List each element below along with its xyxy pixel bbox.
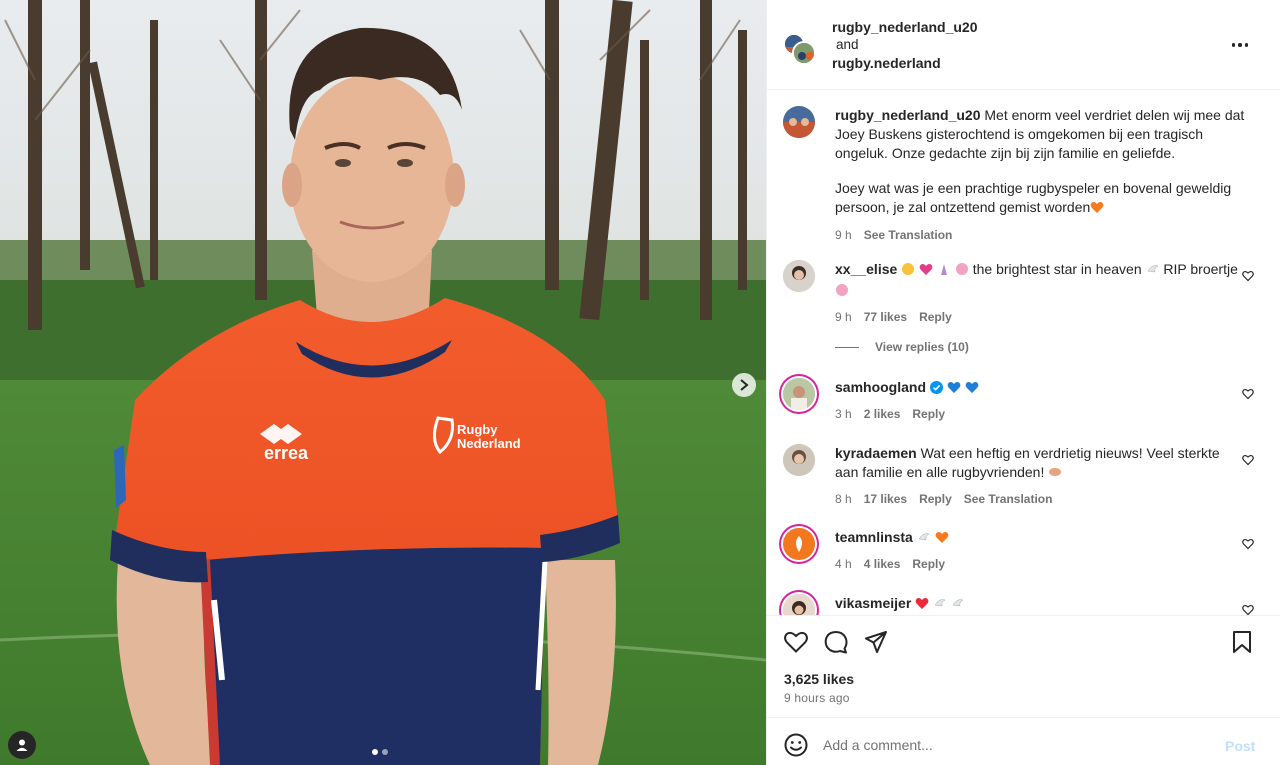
reply-button[interactable]: Reply [919, 490, 952, 509]
chevron-right-icon [740, 379, 749, 391]
likes-count[interactable]: 3,625 likes [784, 671, 854, 687]
comment-likes-count[interactable]: 17 likes [864, 490, 907, 509]
caption-text: rugby_nederland_u20 Met enorm veel verdr… [835, 106, 1245, 163]
view-replies-label: View replies (10) [875, 340, 969, 354]
comment-text: kyradaemen Wat een heftig en verdrietig … [835, 444, 1245, 484]
broken-heart-icon [919, 262, 933, 281]
sleeve-badge [114, 445, 126, 508]
comment-likes-count[interactable]: 4 likes [864, 555, 901, 574]
reply-button[interactable]: Reply [912, 555, 945, 574]
post-photo: errea Rugby Nederland [0, 0, 766, 765]
comment-timestamp: 4 h [835, 557, 852, 571]
username-link[interactable]: samhoogland [835, 379, 926, 395]
collab-avatars[interactable] [783, 33, 816, 65]
caption-timestamp: 9 h [835, 228, 852, 242]
dove-icon [933, 596, 947, 615]
username-link[interactable]: xx__elise [835, 261, 897, 277]
avatar[interactable] [783, 444, 815, 476]
comment-text: vikasmeijer [835, 594, 1245, 615]
comment-bubble-icon[interactable] [823, 629, 849, 655]
caption-text: Joey wat was je een prachtige rugbyspele… [835, 179, 1245, 219]
user-tag-icon [16, 739, 28, 751]
carousel-dot-active [372, 749, 378, 755]
username-link[interactable]: kyradaemen [835, 445, 917, 461]
post-header: rugby_nederland_u20 and rugby.nederland [767, 0, 1280, 90]
rugby-emoji-icon [1048, 465, 1062, 484]
view-replies-button[interactable]: View replies (10) [835, 340, 969, 354]
carousel-dot [382, 749, 388, 755]
post-details-panel: rugby_nederland_u20 and rugby.nederland … [766, 0, 1280, 765]
post-actions: 3,625 likes 9 hours ago [767, 615, 1280, 717]
emoji-icon [901, 262, 915, 281]
svg-text:Rugby: Rugby [457, 422, 498, 437]
like-comment-heart-icon[interactable] [1242, 538, 1254, 550]
reply-button[interactable]: Reply [912, 405, 945, 424]
more-options-icon[interactable] [1228, 38, 1252, 52]
next-photo-button[interactable] [732, 373, 756, 397]
comment-timestamp: 8 h [835, 492, 852, 506]
comments-list[interactable]: rugby_nederland_u20 Met enorm veel verdr… [767, 91, 1280, 615]
comment-text: teamnlinsta [835, 528, 1245, 549]
username-link[interactable]: teamnlinsta [835, 529, 913, 545]
like-comment-heart-icon[interactable] [1242, 604, 1254, 615]
comment-body: RIP broertje [1163, 261, 1238, 277]
and-label: and [836, 37, 859, 52]
avatar[interactable] [783, 378, 815, 410]
comment-text: samhoogland [835, 378, 1245, 399]
carousel-indicator [372, 749, 388, 755]
comment-timestamp: 9 h [835, 310, 852, 324]
reply-button[interactable]: Reply [919, 308, 952, 327]
post-comment-button[interactable]: Post [1225, 738, 1255, 754]
photo-rugby-player: errea Rugby Nederland [0, 0, 766, 765]
instagram-post-dialog: errea Rugby Nederland rugby_nederland_u2… [0, 0, 1280, 765]
avatar[interactable] [783, 528, 815, 560]
comment-input[interactable] [823, 730, 1203, 760]
dove-icon [1146, 262, 1160, 281]
avatar[interactable] [783, 260, 815, 292]
save-bookmark-icon[interactable] [1229, 629, 1255, 655]
avatar[interactable] [783, 106, 815, 138]
comment-likes-count[interactable]: 2 likes [864, 405, 901, 424]
blue-heart-icon [947, 380, 961, 399]
emoji-picker-icon[interactable] [783, 732, 809, 758]
username-link[interactable]: rugby_nederland_u20 [835, 107, 981, 123]
caption-paragraph: Joey wat was je een prachtige rugbyspele… [835, 180, 1232, 215]
svg-text:errea: errea [264, 443, 309, 463]
avatar[interactable] [792, 41, 816, 65]
avatar[interactable] [783, 594, 815, 615]
like-comment-heart-icon[interactable] [1242, 270, 1254, 282]
collab-usernames: rugby_nederland_u20 and rugby.nederland [832, 18, 978, 72]
see-translation-button[interactable]: See Translation [964, 490, 1053, 509]
username-link[interactable]: rugby_nederland_u20 [832, 18, 978, 36]
username-link[interactable]: vikasmeijer [835, 595, 911, 611]
comment-timestamp: 3 h [835, 407, 852, 421]
comment-likes-count[interactable]: 77 likes [864, 308, 907, 327]
divider [835, 346, 859, 348]
comment-text: xx__elise the brightest star in heaven R… [835, 260, 1245, 302]
emoji-icon [835, 283, 849, 302]
see-translation-button[interactable]: See Translation [864, 226, 953, 245]
add-comment-bar: Post [767, 717, 1280, 765]
blue-heart-icon [965, 380, 979, 399]
like-comment-heart-icon[interactable] [1242, 454, 1254, 466]
comment-body: the brightest star in heaven [972, 261, 1142, 277]
like-comment-heart-icon[interactable] [1242, 388, 1254, 400]
orange-heart-icon [1090, 200, 1104, 219]
svg-text:Nederland: Nederland [457, 436, 521, 451]
praying-hands-icon [937, 262, 951, 281]
verified-badge-icon [929, 380, 943, 399]
tagged-users-button[interactable] [8, 731, 36, 759]
dove-icon [951, 596, 965, 615]
emoji-icon [955, 262, 969, 281]
like-heart-icon[interactable] [783, 629, 809, 655]
post-timestamp: 9 hours ago [784, 691, 850, 705]
share-paper-plane-icon[interactable] [863, 629, 889, 655]
dove-icon [917, 530, 931, 549]
orange-heart-icon [935, 530, 949, 549]
red-heart-icon [915, 596, 929, 615]
username-link[interactable]: rugby.nederland [832, 54, 978, 72]
